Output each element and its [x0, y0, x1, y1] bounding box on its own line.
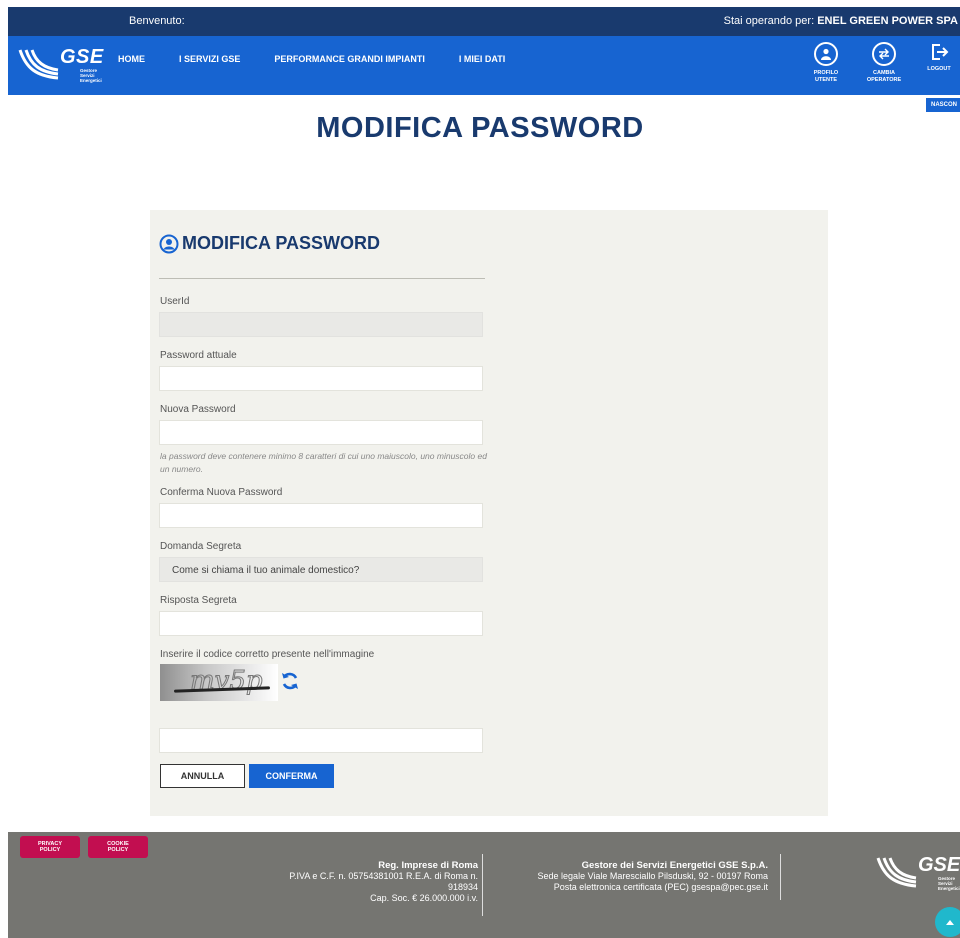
logo-brand: GSE: [60, 46, 104, 68]
operating-for-text: Stai operando per: ENEL GREEN POWER SPA: [724, 15, 958, 27]
nav-item-miei-dati[interactable]: I MIEI DATI: [459, 54, 505, 64]
registry-line-2: 918934: [447, 882, 478, 892]
operating-company: ENEL GREEN POWER SPA: [817, 15, 958, 27]
footer-divider-1: [482, 854, 483, 916]
footer: PRIVACY POLICY COOKIE POLICY Reg. Impres…: [8, 832, 960, 938]
captcha-label: Inserire il codice corretto presente nel…: [160, 649, 375, 660]
scroll-to-top-button[interactable]: [935, 907, 960, 937]
change-operator-label-1: CAMBIA: [873, 70, 895, 76]
footer-gse-logo: GSE Gestore Servizi Energetici: [876, 854, 960, 898]
form-heading: MODIFICA PASSWORD: [159, 233, 380, 254]
form-heading-text: MODIFICA PASSWORD: [182, 233, 380, 253]
footer-logo-brand: GSE: [918, 854, 960, 876]
logo-subtitle: Gestore Servizi Energetici: [80, 68, 102, 83]
logo-sub-3: Energetici: [80, 78, 102, 83]
operating-label: Stai operando per:: [723, 15, 815, 27]
company-line-2: Posta elettronica certificata (PEC) gses…: [553, 882, 768, 892]
hide-button[interactable]: NASCON: [925, 98, 960, 112]
change-operator-label-2: OPERATORE: [866, 77, 902, 83]
cookie-label-2: POLICY: [107, 847, 129, 853]
nav-item-performance[interactable]: PERFORMANCE GRANDI IMPIANTI: [274, 54, 425, 64]
nav-menu: HOME I SERVIZI GSE PERFORMANCE GRANDI IM…: [118, 54, 505, 64]
profile-label-1: PROFILO: [813, 70, 839, 76]
registry-title: Reg. Imprese di Roma: [378, 860, 478, 871]
captcha-input[interactable]: [159, 728, 483, 753]
secret-answer-input[interactable]: [159, 611, 483, 636]
company-title: Gestore dei Servizi Energetici GSE S.p.A…: [581, 860, 768, 871]
user-icon: [814, 42, 838, 66]
userid-field: [159, 312, 483, 337]
confirm-password-label: Conferma Nuova Password: [160, 487, 283, 498]
user-circle-icon: [159, 234, 179, 253]
current-password-label: Password attuale: [160, 350, 237, 361]
gse-logo[interactable]: GSE Gestore Servizi Energetici: [18, 44, 103, 88]
footer-logo-subtitle: Gestore Servizi Energetici: [938, 876, 960, 891]
arrow-up-icon: [946, 920, 954, 925]
nav-item-home[interactable]: HOME: [118, 54, 145, 64]
password-hint: la password deve contenere minimo 8 cara…: [160, 451, 487, 474]
swap-arrows-icon: [872, 42, 896, 66]
secret-question-value: Come si chiama il tuo animale domestico?: [172, 565, 360, 576]
privacy-policy-link[interactable]: PRIVACY POLICY: [20, 836, 80, 858]
secret-question-label: Domanda Segreta: [160, 541, 242, 552]
gse-waves-icon: [876, 857, 917, 888]
privacy-label-2: POLICY: [39, 847, 61, 853]
confirm-button[interactable]: CONFERMA: [249, 764, 334, 788]
refresh-icon[interactable]: [280, 671, 300, 691]
confirm-password-input[interactable]: [159, 503, 483, 528]
captcha-image: mv5p: [160, 664, 278, 701]
new-password-label: Nuova Password: [160, 404, 236, 415]
company-info: Gestore dei Servizi Energetici GSE S.p.A…: [513, 860, 768, 893]
logout-button[interactable]: LOGOUT: [911, 42, 960, 73]
heading-divider: [159, 278, 485, 279]
page-title: MODIFICA PASSWORD: [316, 112, 644, 144]
main-nav: GSE Gestore Servizi Energetici HOME I SE…: [8, 36, 960, 95]
nav-item-servizi[interactable]: I SERVIZI GSE: [179, 54, 240, 64]
userid-label: UserId: [160, 296, 190, 307]
logout-icon: [929, 42, 949, 62]
welcome-text: Benvenuto:: [129, 15, 185, 27]
cookie-policy-link[interactable]: COOKIE POLICY: [88, 836, 148, 858]
company-line-1: Sede legale Viale Maresciallo Pilsduski,…: [537, 871, 768, 881]
top-bar: Benvenuto: Stai operando per: ENEL GREEN…: [8, 7, 960, 36]
registry-line-1: P.IVA e C.F. n. 05754381001 R.E.A. di Ro…: [289, 871, 478, 881]
secret-answer-label: Risposta Segreta: [160, 595, 237, 606]
secret-question-field: Come si chiama il tuo animale domestico?: [159, 557, 483, 582]
profile-label-2: UTENTE: [815, 77, 837, 83]
registry-line-3: Cap. Soc. € 26.000.000 i.v.: [370, 893, 478, 903]
new-password-input[interactable]: [159, 420, 483, 445]
cancel-button[interactable]: ANNULLA: [160, 764, 245, 788]
change-operator-button[interactable]: CAMBIA OPERATORE: [856, 42, 912, 84]
gse-waves-icon: [18, 49, 59, 80]
registry-info: Reg. Imprese di Roma P.IVA e C.F. n. 057…: [228, 860, 478, 904]
current-password-input[interactable]: [159, 366, 483, 391]
profile-button[interactable]: PROFILO UTENTE: [798, 42, 854, 84]
footer-divider-2: [780, 854, 781, 900]
footer-logo-sub-3: Energetici: [938, 886, 960, 891]
logout-label: LOGOUT: [927, 66, 951, 72]
